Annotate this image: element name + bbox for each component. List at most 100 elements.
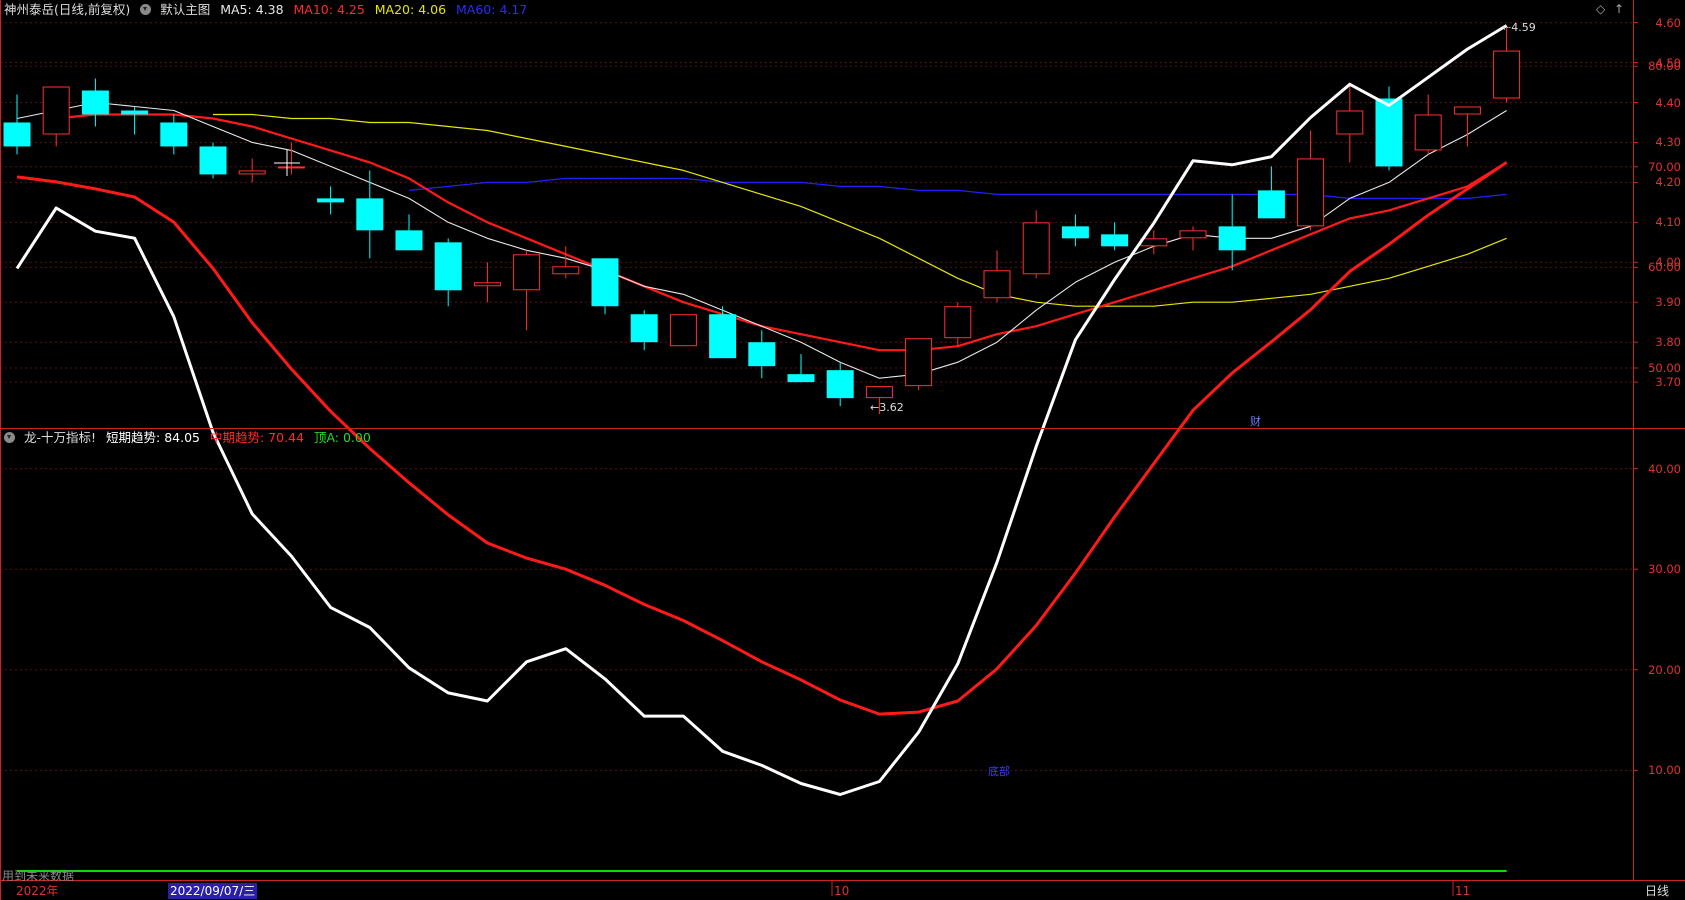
candle-down	[121, 106, 149, 135]
candle-body	[826, 370, 854, 399]
candle-body	[1101, 234, 1129, 247]
diamond-icon[interactable]: ◇	[1596, 2, 1605, 16]
indicator-tick-label: 80.00	[1648, 59, 1681, 74]
ma10-label: MA10: 4.25	[293, 2, 365, 17]
candle-up	[944, 302, 972, 347]
candle-body	[865, 386, 893, 399]
price-tick-label: 3.90	[1655, 295, 1681, 310]
candle-up	[905, 338, 933, 391]
low-arrow-icon: ←	[870, 401, 880, 414]
candle-down	[748, 330, 776, 379]
candle-down	[81, 78, 109, 127]
low-price-annotation: ←3.62	[870, 402, 904, 414]
candle-body	[944, 306, 972, 339]
candle-down	[395, 214, 423, 251]
candle-body	[787, 374, 815, 383]
cursor-date-label: 2022/09/07/三	[168, 883, 258, 899]
candle-down	[199, 142, 227, 179]
top-a-label: 顶A: 0.00	[313, 430, 371, 445]
high-price-annotation: ⇠4.59	[1502, 22, 1536, 34]
price-tick-label: 4.40	[1655, 95, 1681, 110]
price-tick-label: 4.60	[1655, 15, 1681, 30]
candle-body	[1179, 230, 1207, 239]
candle-body	[748, 342, 776, 367]
candle-body	[1375, 98, 1403, 167]
finance-marker[interactable]: 财	[1250, 416, 1261, 428]
candle-up	[1179, 226, 1207, 251]
candle-body	[434, 242, 462, 291]
candle-down	[160, 114, 188, 155]
short-trend-line	[15, 24, 1508, 796]
candle-up	[1414, 94, 1442, 155]
indicator-tick-label: 10.00	[1648, 763, 1681, 778]
indicator-name[interactable]: 龙-十万指标!	[24, 430, 96, 445]
candle-up	[277, 142, 305, 175]
high-price-value: 4.59	[1511, 21, 1536, 34]
candles	[3, 26, 1521, 415]
candle-up	[1453, 106, 1481, 147]
price-tick-label: 3.80	[1655, 335, 1681, 350]
candle-down	[826, 362, 854, 407]
indicator-tick-label: 20.00	[1648, 662, 1681, 677]
indicator-tick-label: 50.00	[1648, 361, 1681, 375]
candle-body	[552, 266, 580, 275]
main-chart-label[interactable]: 默认主图	[160, 2, 210, 17]
main-header: 神州泰岳(日线,前复权) 默认主图 MA5: 4.38 MA10: 4.25 M…	[4, 0, 533, 20]
candle-body	[983, 270, 1011, 299]
indicator-lines	[15, 24, 1508, 872]
candle-body	[199, 146, 227, 175]
candle-up	[1493, 26, 1521, 103]
up-arrow-icon[interactable]: ↑	[1614, 2, 1624, 16]
dropdown-icon[interactable]	[140, 2, 154, 17]
candle-body	[513, 254, 541, 291]
x-label-november: 11	[1455, 884, 1471, 898]
candle-body	[630, 314, 658, 343]
candle-up	[669, 314, 697, 347]
dropdown-icon[interactable]	[4, 430, 18, 445]
chart-window[interactable]: 神州泰岳(日线,前复权) 默认主图 MA5: 4.38 MA10: 4.25 M…	[0, 0, 1685, 900]
candle-body	[1414, 114, 1442, 151]
candle-body	[3, 122, 31, 147]
indicator-tick-label: 30.00	[1648, 562, 1681, 577]
indicator-header: 龙-十万指标! 短期趋势: 84.05 中期趋势: 70.44 顶A: 0.00	[4, 428, 377, 448]
indicator-tick-label: 70.00	[1648, 159, 1681, 174]
candle-down	[317, 186, 345, 215]
candle-body	[238, 170, 266, 175]
candle-up	[983, 250, 1011, 303]
ma60-label: MA60: 4.17	[456, 2, 528, 17]
chart-svg[interactable]	[0, 0, 1685, 900]
candle-body	[42, 86, 70, 135]
x-label-october: 10	[834, 884, 850, 898]
ma20-label: MA20: 4.06	[374, 2, 447, 17]
low-price-value: 3.62	[879, 401, 904, 414]
candle-up	[238, 158, 266, 183]
candle-down	[591, 258, 619, 315]
candle-body	[1453, 106, 1481, 115]
price-tick-label: 3.70	[1655, 375, 1681, 390]
candle-body	[1061, 226, 1089, 239]
price-tick-label: 4.30	[1655, 135, 1681, 150]
mid-trend-label: 中期趋势: 70.44	[209, 430, 304, 445]
period-label[interactable]: 日线	[1645, 883, 1669, 899]
candle-body	[81, 90, 109, 115]
candle-down	[356, 170, 384, 259]
candle-body	[395, 230, 423, 251]
x-label-year: 2022年	[16, 884, 59, 898]
candle-body	[905, 338, 933, 387]
candle-body	[1140, 238, 1168, 247]
price-tick-label: 4.10	[1655, 215, 1681, 230]
candle-body	[1336, 110, 1364, 135]
future-data-note: 用到未来数据	[2, 869, 75, 883]
candle-up	[1297, 130, 1325, 231]
candle-body	[669, 314, 697, 347]
candle-up	[473, 262, 501, 303]
indicator-axis[interactable]: 10.00 20.00 30.00 40.00 50.00 60.00 70.00 80.00	[1633, 60, 1685, 880]
candle-body	[121, 110, 149, 115]
candle-body	[277, 166, 305, 169]
candle-body	[356, 198, 384, 231]
candle-body	[1493, 50, 1521, 99]
candle-body	[317, 198, 345, 203]
ma60-line	[408, 177, 1507, 199]
candle-down	[1218, 194, 1246, 271]
indicator-tick-label: 40.00	[1648, 461, 1681, 476]
